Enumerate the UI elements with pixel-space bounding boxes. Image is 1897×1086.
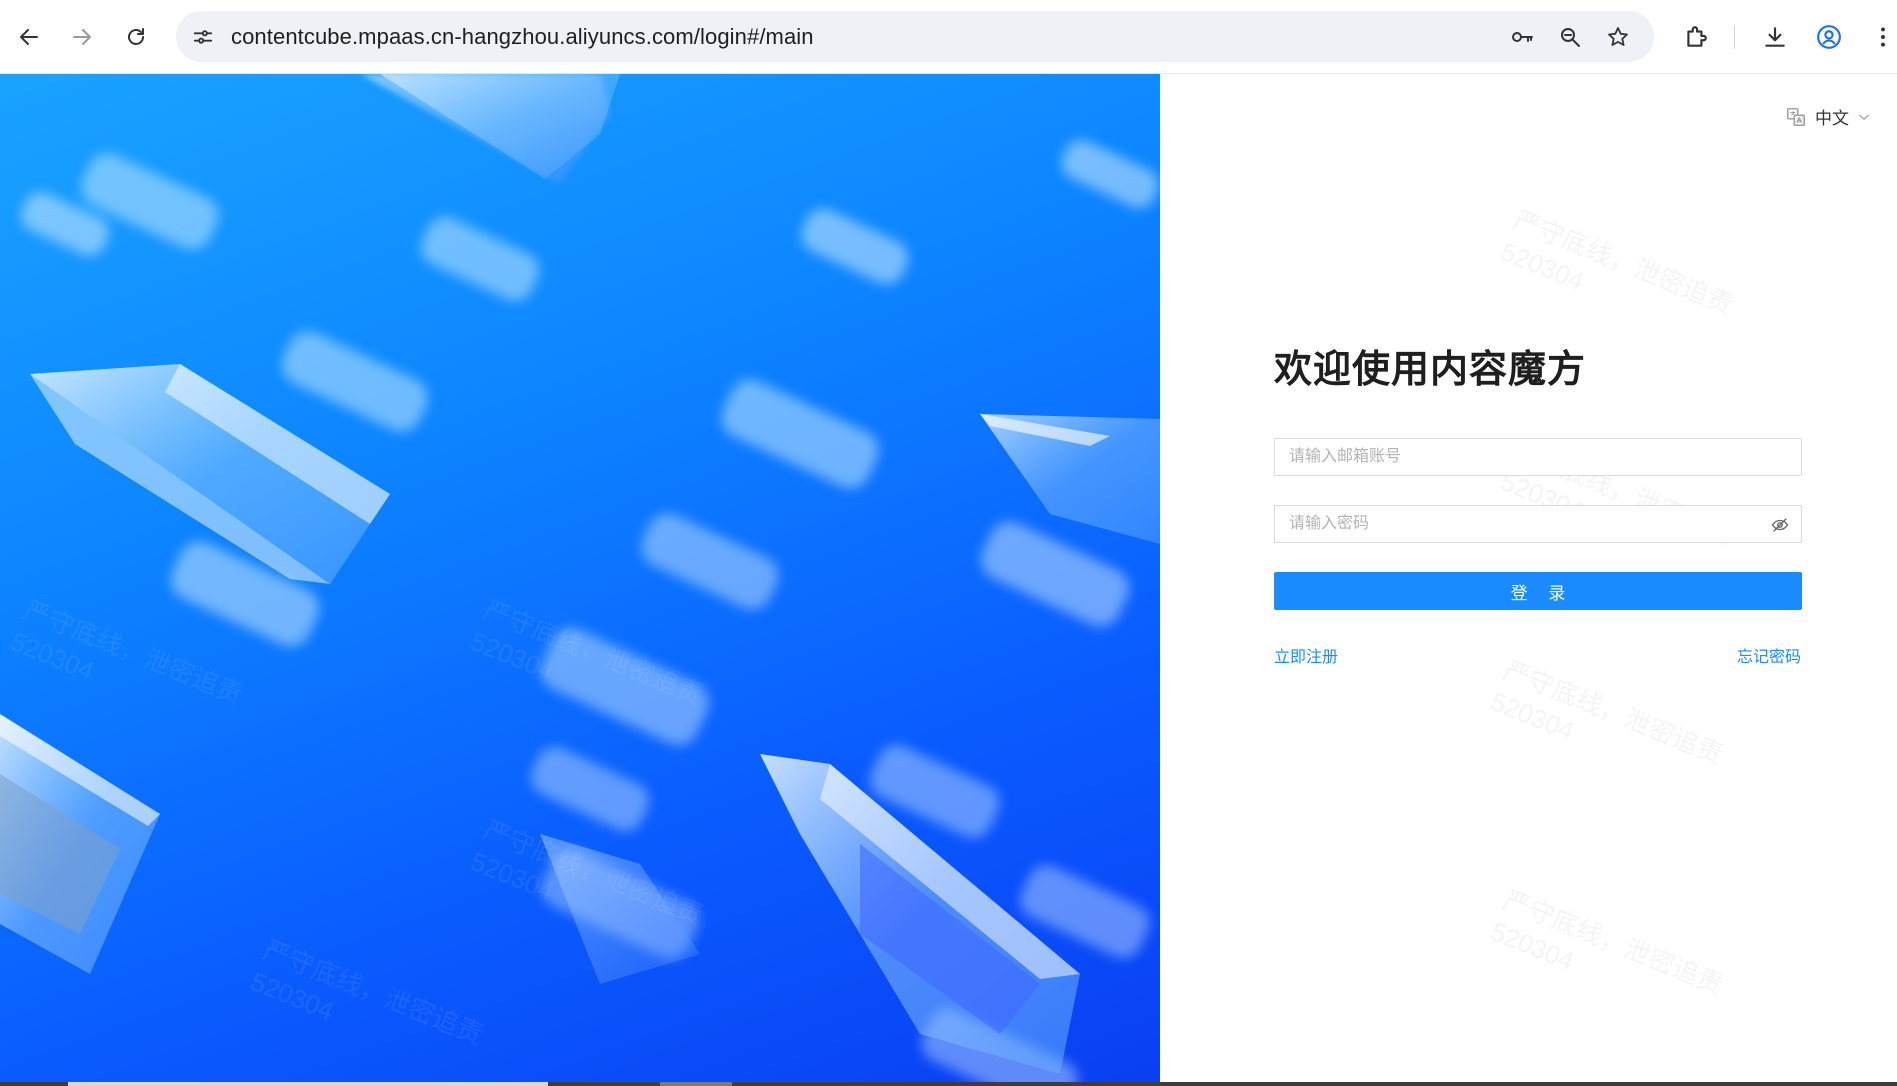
back-arrow-icon[interactable]	[9, 17, 49, 57]
chevron-down-icon	[1859, 114, 1869, 120]
browser-toolbar: contentcube.mpaas.cn-hangzhou.aliyuncs.c…	[0, 0, 1897, 74]
forward-arrow-icon[interactable]	[62, 17, 102, 57]
language-label[interactable]: 中文	[1815, 104, 1849, 129]
language-switcher[interactable]: 中文	[1785, 104, 1871, 129]
login-button[interactable]: 登 录	[1274, 572, 1802, 610]
password-field[interactable]	[1274, 505, 1802, 543]
address-bar[interactable]: contentcube.mpaas.cn-hangzhou.aliyuncs.c…	[176, 11, 1654, 62]
menu-kebab-icon[interactable]	[1868, 22, 1897, 52]
translate-icon	[1787, 107, 1805, 126]
hero-illustration: 严守底线，泄密追责 520304 严守底线，泄密追责 520304 严守底线，泄…	[0, 74, 1160, 1082]
extensions-icon[interactable]	[1681, 22, 1711, 52]
register-link[interactable]: 立即注册	[1274, 643, 1338, 667]
forgot-password-link[interactable]: 忘记密码	[1737, 643, 1801, 667]
watermark: 严守底线，泄密追责 520304	[1486, 884, 1728, 1000]
watermark: 严守底线，泄密追责 520304	[1486, 654, 1728, 770]
password-input[interactable]	[1275, 506, 1773, 542]
download-icon[interactable]	[1760, 22, 1790, 52]
zoom-icon[interactable]	[1556, 23, 1584, 51]
url-text[interactable]: contentcube.mpaas.cn-hangzhou.aliyuncs.c…	[231, 24, 814, 50]
email-input[interactable]	[1275, 439, 1773, 475]
taskbar-segment	[68, 1082, 548, 1086]
taskbar-strip	[0, 1082, 1897, 1086]
email-field[interactable]	[1274, 438, 1802, 476]
toolbar-separator	[1734, 25, 1735, 49]
glass-shapes-graphic	[0, 74, 1160, 1082]
site-info-icon[interactable]	[190, 24, 216, 50]
watermark: 严守底线，泄密追责 520304	[1496, 204, 1738, 320]
profile-icon[interactable]	[1814, 22, 1844, 52]
reload-icon[interactable]	[116, 17, 156, 57]
bookmark-star-icon[interactable]	[1604, 23, 1632, 51]
page-title: 欢迎使用内容魔方	[1274, 349, 1587, 391]
password-key-icon[interactable]	[1508, 23, 1536, 51]
eye-off-icon[interactable]	[1771, 516, 1789, 534]
taskbar-segment	[660, 1082, 732, 1086]
